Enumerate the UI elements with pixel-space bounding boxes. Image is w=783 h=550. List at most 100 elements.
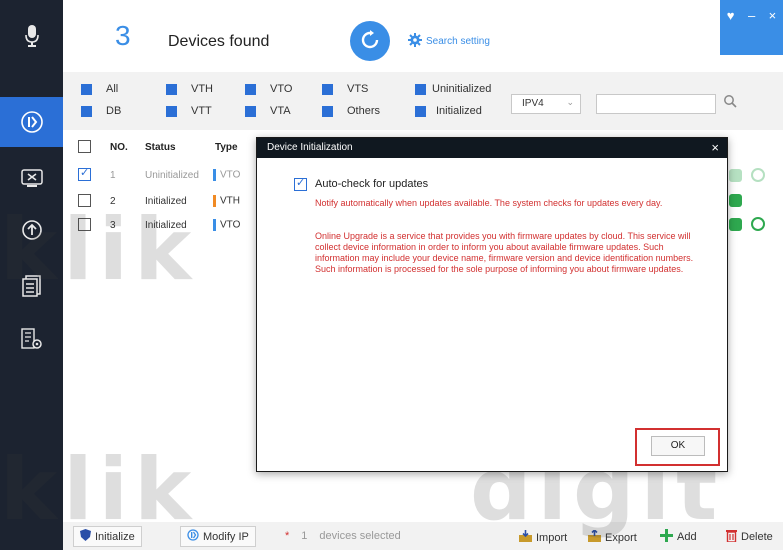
device-initialization-dialog: Device Initialization × Auto-check for u… <box>256 137 728 472</box>
document-icon[interactable] <box>0 269 63 303</box>
filter-db[interactable]: DB <box>81 105 121 117</box>
filter-checkbox[interactable] <box>415 105 426 117</box>
row-type-label: VTH <box>220 195 240 207</box>
close-icon[interactable]: × <box>769 8 777 23</box>
dialog-title-bar: Device Initialization × <box>257 138 727 158</box>
import-icon <box>519 530 532 545</box>
online-upgrade-text: Online Upgrade is a service that provide… <box>315 231 694 274</box>
add-button[interactable]: Add <box>660 529 697 545</box>
upgrade-icon[interactable] <box>0 213 63 247</box>
required-mark: * <box>285 530 290 542</box>
header: 3 Devices found Search setting ♥ – × <box>63 0 783 72</box>
filter-checkbox[interactable] <box>166 83 177 95</box>
refresh-icon <box>359 29 381 54</box>
export-icon <box>588 528 601 545</box>
col-type: Type <box>215 141 238 153</box>
trash-icon <box>726 529 737 545</box>
auto-check-label: Auto-check for updates <box>315 178 429 190</box>
chevron-down-icon: ⌄ <box>566 97 574 107</box>
sidebar <box>0 0 63 550</box>
selected-count: 1 <box>301 530 308 542</box>
initialize-label: Initialize <box>95 530 135 543</box>
filter-checkbox[interactable] <box>245 105 256 117</box>
filter-others[interactable]: Others <box>322 105 380 117</box>
close-icon[interactable]: × <box>711 140 719 155</box>
type-marker <box>213 219 216 231</box>
row-checkbox[interactable] <box>78 194 91 207</box>
filter-all[interactable]: All <box>81 83 118 95</box>
web-icon[interactable] <box>751 168 765 182</box>
row-checkbox[interactable] <box>78 218 91 231</box>
filter-vtt[interactable]: VTT <box>166 105 212 117</box>
plus-icon <box>660 529 673 545</box>
row-status: Uninitialized <box>145 169 199 181</box>
microphone-icon[interactable] <box>0 18 63 54</box>
type-marker <box>213 195 216 207</box>
row-type-label: VTO <box>220 219 241 231</box>
row-checkbox[interactable] <box>78 166 91 181</box>
edit-icon[interactable] <box>729 218 742 231</box>
sidebar-item-device-search[interactable] <box>0 97 63 147</box>
refresh-button[interactable] <box>350 21 390 61</box>
filter-vta[interactable]: VTA <box>245 105 291 117</box>
row-type: VTH <box>213 195 240 207</box>
notify-text: Notify automatically when updates availa… <box>315 198 663 208</box>
add-label: Add <box>677 531 697 543</box>
logo-icon <box>20 110 44 134</box>
filter-checkbox[interactable] <box>245 83 256 95</box>
row-status: Initialized <box>145 195 187 207</box>
search-icon[interactable] <box>723 94 739 110</box>
edit-icon[interactable] <box>729 169 742 182</box>
shield-icon <box>80 529 91 544</box>
export-label: Export <box>605 531 637 544</box>
web-icon[interactable] <box>751 217 765 231</box>
search-setting-link[interactable]: Search setting <box>408 33 490 50</box>
delete-label: Delete <box>741 531 773 543</box>
window-controls: ♥ – × <box>720 0 783 55</box>
auto-check-checkbox[interactable] <box>294 176 307 191</box>
filter-checkbox[interactable] <box>322 105 333 117</box>
modify-ip-button[interactable]: Modify IP <box>180 526 256 547</box>
footer-toolbar: Initialize Modify IP * 1 devices selecte… <box>63 522 783 550</box>
filter-checkbox[interactable] <box>415 83 426 95</box>
row-no: 1 <box>110 169 116 181</box>
filter-bar: All VTH VTO VTS Uninitialized DB VTT VTA… <box>63 72 783 130</box>
filter-checkbox[interactable] <box>322 83 333 95</box>
modify-ip-label: Modify IP <box>203 530 249 543</box>
gear-icon <box>408 33 422 50</box>
import-button[interactable]: Import <box>519 530 567 545</box>
search-input[interactable] <box>596 94 716 114</box>
col-no: NO. <box>110 141 128 153</box>
filter-vto[interactable]: VTO <box>245 83 292 95</box>
filter-checkbox[interactable] <box>81 105 92 117</box>
filter-vts[interactable]: VTS <box>322 83 368 95</box>
ip-version-value: IPV4 <box>522 98 544 109</box>
ok-button[interactable]: OK <box>651 436 705 456</box>
filter-initialized[interactable]: Initialized <box>415 105 482 117</box>
dialog-title: Device Initialization <box>267 142 353 153</box>
ip-version-select[interactable]: IPV4 ⌄ <box>511 94 581 114</box>
initialize-button[interactable]: Initialize <box>73 526 142 547</box>
filter-checkbox[interactable] <box>166 105 177 117</box>
tools-icon[interactable] <box>0 162 63 196</box>
filter-uninitialized[interactable]: Uninitialized <box>415 83 491 95</box>
favorite-icon[interactable]: ♥ <box>727 8 735 23</box>
filter-checkbox[interactable] <box>81 83 92 95</box>
row-no: 2 <box>110 195 116 207</box>
ip-icon <box>187 529 199 544</box>
edit-icon[interactable] <box>729 194 742 207</box>
export-button[interactable]: Export <box>588 528 637 545</box>
select-all-checkbox[interactable] <box>78 140 91 153</box>
row-type: VTO <box>213 169 240 181</box>
search-setting-label: Search setting <box>426 36 490 47</box>
config-icon[interactable] <box>0 322 63 356</box>
type-marker <box>213 169 216 181</box>
minimize-icon[interactable]: – <box>748 8 755 23</box>
selected-label: devices selected <box>319 530 401 542</box>
row-type-label: VTO <box>220 169 241 181</box>
filter-vth[interactable]: VTH <box>166 83 213 95</box>
row-type: VTO <box>213 219 240 231</box>
row-status: Initialized <box>145 219 187 231</box>
delete-button[interactable]: Delete <box>726 529 773 545</box>
import-label: Import <box>536 531 568 544</box>
